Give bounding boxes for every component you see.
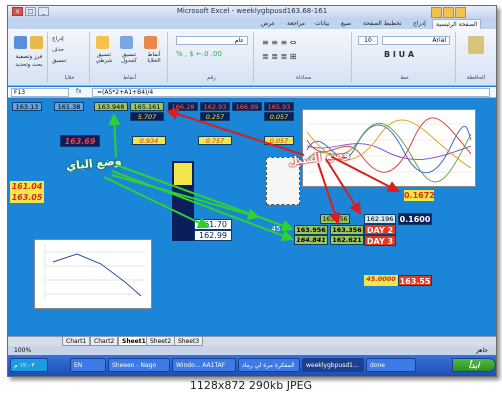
ribbon-group-alignment: ≡ ≡ ≡ ⇔ ≣ ≣ ≣ ⊞ محاذاة: [256, 32, 352, 82]
sheet-tab-chart1[interactable]: Chart1: [62, 337, 91, 346]
conditional-format-button[interactable]: تنسيق شرطي: [92, 52, 116, 64]
tab-page-layout[interactable]: تخطيط الصفحة: [360, 19, 405, 29]
tab-insert[interactable]: إدراج: [410, 19, 429, 29]
close-button[interactable]: x: [12, 7, 23, 16]
conditional-format-icon[interactable]: [96, 36, 109, 49]
image-caption: 1128x872 290kb JPEG: [189, 379, 313, 392]
sum-icon[interactable]: [14, 36, 27, 49]
ribbon-group-styles: تنسيق شرطي تنسيق كجدول أنماط الخلايا أنم…: [92, 32, 168, 82]
minimize-button[interactable]: _: [38, 7, 49, 16]
status-ready: جاهز: [475, 347, 488, 354]
formula-input[interactable]: =(A5*2+A1+B4)/4: [92, 88, 490, 97]
ribbon: فرز وتصفية بحث وتحديد إدراج حذف تنسيق خل…: [8, 29, 496, 86]
buy-arrow-2: [115, 164, 294, 232]
font-size-select[interactable]: 10: [358, 36, 378, 45]
tab-formulas[interactable]: صيغ: [338, 19, 354, 29]
format-cells-button[interactable]: تنسيق: [52, 58, 66, 64]
ribbon-tabs: عرض مراجعة بيانات صيغ تخطيط الصفحة إدراج…: [8, 18, 496, 29]
ribbon-group-label: محاذاة: [295, 75, 312, 81]
percent-icon[interactable]: % , $ ←.0 .00: [176, 50, 236, 59]
sheet-tab-chart2[interactable]: Chart2: [90, 337, 119, 346]
number-format-select[interactable]: عام: [176, 36, 248, 45]
sheet-tabs-bar: Chart1 Chart2 Sheet1 Sheet2 Sheet3: [8, 336, 496, 346]
sort-filter-icon[interactable]: [30, 36, 43, 49]
sell-arrow-1: [166, 108, 305, 156]
fx-icon[interactable]: fx: [76, 88, 90, 97]
find-select-button[interactable]: بحث وتحديد: [10, 62, 48, 68]
format-as-table-button[interactable]: تنسيق كجدول: [117, 52, 141, 64]
ribbon-group-label: رقم: [207, 75, 216, 81]
excel-window: Microsoft Excel - weeklygbpusd163.68-161…: [7, 5, 497, 377]
annotation-arrows: [103, 108, 400, 242]
taskbar: ١٢:٠٣ م EN Sheeen - Nago Windo... AA1TAF…: [8, 355, 496, 376]
taskbar-item-3[interactable]: المفكرة مرة لي رماد: [238, 358, 300, 372]
align-icon[interactable]: ≡ ≡ ≡ ⇔: [262, 38, 296, 47]
indent-icon[interactable]: ≣ ≣ ≣ ⊞: [262, 52, 296, 61]
system-clock[interactable]: ١٢:٠٣ م: [10, 358, 48, 372]
paste-icon[interactable]: [468, 36, 484, 54]
tab-review[interactable]: مراجعة: [284, 19, 308, 29]
window-title: Microsoft Excel - weeklygbpusd163.68-161: [176, 7, 328, 15]
ribbon-group-clipboard: الحافظة: [458, 32, 494, 82]
tab-home[interactable]: الصفحة الرئيسية: [432, 19, 482, 29]
ribbon-group-label: أنماط: [122, 75, 136, 81]
formula-bar: F13 fx =(A5*2+A1+B4)/4: [8, 87, 496, 98]
taskbar-item-5[interactable]: Sheeen - Nago: [108, 358, 170, 372]
ribbon-group-label: خط: [400, 75, 409, 81]
sheet-tab-sheet2[interactable]: Sheet2: [146, 337, 176, 346]
buy-arrow-1: [108, 113, 121, 158]
delete-cells-button[interactable]: حذف: [52, 47, 64, 53]
tab-data[interactable]: بيانات: [312, 19, 332, 29]
taskbar-item-4[interactable]: Windo... AA1TAF: [172, 358, 236, 372]
ribbon-group-label: خلايا: [64, 75, 75, 81]
ribbon-group-number: عام % , $ ←.0 .00 رقم: [170, 32, 254, 82]
maximize-button[interactable]: □: [25, 7, 36, 16]
insert-cells-button[interactable]: إدراج: [52, 36, 64, 42]
sheet-tab-sheet1[interactable]: Sheet1: [118, 337, 150, 346]
cell-styles-icon[interactable]: [144, 36, 157, 49]
buy-arrow-3: [111, 170, 294, 242]
zoom-level[interactable]: 100%: [14, 346, 31, 355]
ribbon-group-editing: فرز وتصفية بحث وتحديد: [10, 32, 48, 82]
taskbar-item-excel[interactable]: weeklygbpusd1...: [302, 358, 364, 372]
ribbon-group-cells: إدراج حذف تنسيق خلايا: [50, 32, 90, 82]
start-button[interactable]: ابدأ: [452, 358, 496, 372]
worksheet[interactable]: 163.13 161.38 163.948 165.161 166.28 162…: [8, 99, 496, 336]
bold-italic-underline-icon[interactable]: B I U A: [384, 50, 414, 59]
cell-styles-button[interactable]: أنماط الخلايا: [142, 52, 166, 64]
sort-filter-button[interactable]: فرز وتصفية: [10, 54, 48, 60]
title-bar: Microsoft Excel - weeklygbpusd163.68-161…: [8, 6, 496, 18]
status-bar: 100% جاهز: [8, 346, 496, 355]
taskbar-item-done[interactable]: done: [366, 358, 416, 372]
sheet-tab-sheet3[interactable]: Sheet3: [174, 337, 204, 346]
name-box[interactable]: F13: [11, 88, 69, 97]
font-name-select[interactable]: Arial: [382, 36, 450, 45]
table-format-icon[interactable]: [120, 36, 133, 49]
taskbar-item-language[interactable]: EN: [70, 358, 106, 372]
ribbon-group-label: الحافظة: [466, 75, 486, 81]
buy-arrow-4: [111, 174, 260, 221]
tab-view[interactable]: عرض: [258, 19, 278, 29]
ribbon-group-font: 10 Arial B I U A خط: [354, 32, 456, 82]
